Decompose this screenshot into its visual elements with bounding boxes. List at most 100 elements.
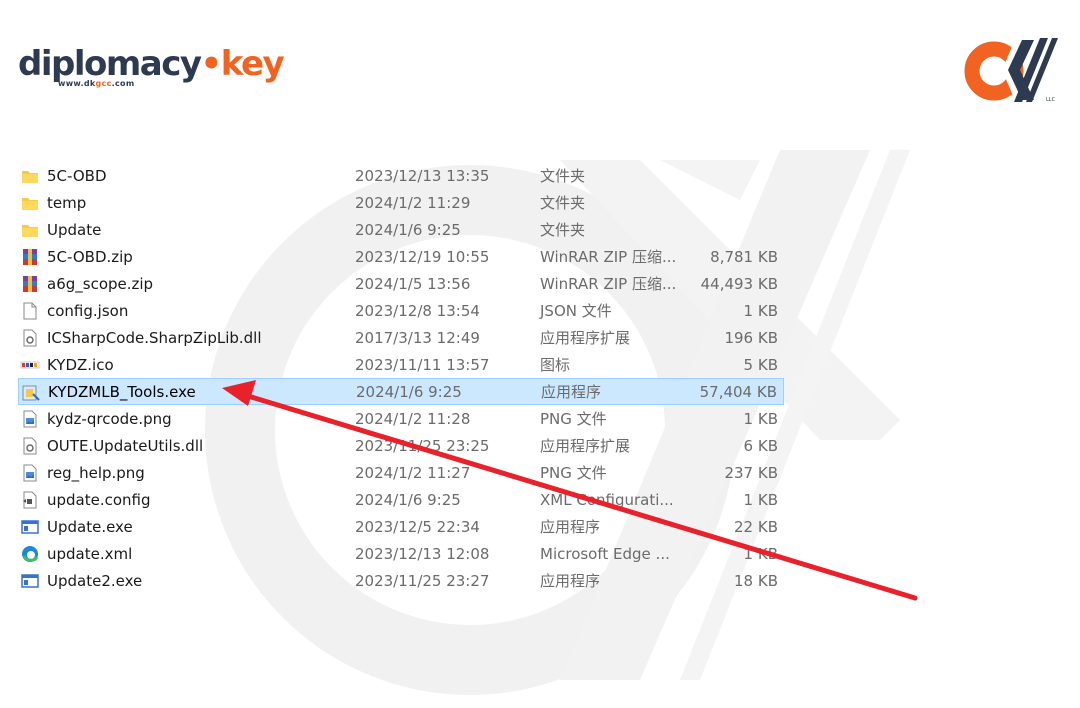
file-type: XML Configurati... — [540, 490, 674, 509]
file-row[interactable]: config.json 2023/12/8 13:54 JSON 文件 1 KB — [18, 297, 784, 324]
file-type: PNG 文件 — [540, 464, 607, 482]
brand-dot: • — [200, 44, 223, 84]
edge-icon — [20, 544, 40, 564]
file-modified-date: 2024/1/6 9:25 — [356, 382, 462, 401]
file-modified-date: 2023/11/25 23:25 — [355, 436, 490, 455]
file-type: PNG 文件 — [540, 410, 607, 428]
file-name: KYDZMLB_Tools.exe — [48, 382, 196, 401]
brand-url-suffix: .com — [111, 79, 135, 88]
file-size: 1 KB — [743, 544, 778, 563]
file-type: 应用程序扩展 — [540, 329, 631, 347]
file-row[interactable]: reg_help.png 2024/1/2 11:27 PNG 文件 237 K… — [18, 459, 784, 486]
file-list: 5C-OBD 2023/12/13 13:35 文件夹 temp 2024/1/… — [18, 162, 784, 594]
file-type: WinRAR ZIP 压缩... — [540, 248, 677, 266]
file-type: 应用程序 — [541, 383, 602, 401]
file-name: KYDZ.ico — [47, 355, 114, 374]
brand-name-part1: diplomacy — [18, 44, 202, 84]
blank-file-icon — [20, 301, 40, 321]
file-size: 1 KB — [743, 490, 778, 509]
file-size: 18 KB — [734, 571, 778, 590]
file-modified-date: 2024/1/6 9:25 — [355, 220, 461, 239]
file-row[interactable]: update.xml 2023/12/13 12:08 Microsoft Ed… — [18, 540, 784, 567]
corner-company-logo: LLC — [964, 38, 1058, 103]
file-type: 应用程序 — [540, 572, 601, 590]
dll-file-icon — [20, 436, 40, 456]
file-modified-date: 2023/12/8 13:54 — [355, 301, 480, 320]
file-size: 57,404 KB — [699, 382, 777, 401]
installer-exe-icon — [21, 383, 41, 403]
brand-url: www.dkgcc.com — [58, 79, 135, 88]
file-name: OUTE.UpdateUtils.dll — [47, 436, 204, 455]
file-size: 1 KB — [743, 301, 778, 320]
folder-icon — [20, 166, 40, 186]
file-modified-date: 2024/1/2 11:28 — [355, 409, 471, 428]
file-type: 文件夹 — [540, 194, 586, 212]
file-name: reg_help.png — [47, 463, 145, 482]
image-file-icon — [20, 463, 40, 483]
file-row[interactable]: Update2.exe 2023/11/25 23:27 应用程序 18 KB — [18, 567, 784, 594]
winrar-archive-icon — [20, 247, 40, 267]
kydz-icon — [20, 355, 40, 375]
file-row[interactable]: 5C-OBD.zip 2023/12/19 10:55 WinRAR ZIP 压… — [18, 243, 784, 270]
file-modified-date: 2023/12/13 13:35 — [355, 166, 490, 185]
file-row[interactable]: KYDZ.ico 2023/11/11 13:57 图标 5 KB — [18, 351, 784, 378]
file-row[interactable]: Update 2024/1/6 9:25 文件夹 — [18, 216, 784, 243]
file-name: kydz-qrcode.png — [47, 409, 172, 428]
file-modified-date: 2023/12/13 12:08 — [355, 544, 490, 563]
file-modified-date: 2024/1/5 13:56 — [355, 274, 471, 293]
file-name: update.config — [47, 490, 151, 509]
config-file-icon — [20, 490, 40, 510]
file-row[interactable]: a6g_scope.zip 2024/1/5 13:56 WinRAR ZIP … — [18, 270, 784, 297]
file-modified-date: 2023/12/5 22:34 — [355, 517, 480, 536]
file-size: 1 KB — [743, 409, 778, 428]
file-type: 文件夹 — [540, 221, 586, 239]
file-name: update.xml — [47, 544, 133, 563]
exe-window-icon — [20, 571, 40, 591]
file-type: JSON 文件 — [540, 302, 612, 320]
file-row[interactable]: ICSharpCode.SharpZipLib.dll 2017/3/13 12… — [18, 324, 784, 351]
file-name: Update2.exe — [47, 571, 143, 590]
brand-wordmark: diplomacy•key — [18, 44, 285, 84]
file-row[interactable]: KYDZMLB_Tools.exe 2024/1/6 9:25 应用程序 57,… — [18, 378, 784, 405]
brand-url-highlight: gcc — [95, 79, 112, 88]
dll-file-icon — [20, 328, 40, 348]
file-row[interactable]: temp 2024/1/2 11:29 文件夹 — [18, 189, 784, 216]
file-row[interactable]: OUTE.UpdateUtils.dll 2023/11/25 23:25 应用… — [18, 432, 784, 459]
file-size: 44,493 KB — [700, 274, 778, 293]
file-modified-date: 2023/12/19 10:55 — [355, 247, 490, 266]
exe-window-icon — [20, 517, 40, 537]
file-name: temp — [47, 193, 87, 212]
file-type: Microsoft Edge ... — [540, 544, 670, 563]
file-modified-date: 2017/3/13 12:49 — [355, 328, 480, 347]
file-row[interactable]: 5C-OBD 2023/12/13 13:35 文件夹 — [18, 162, 784, 189]
file-row[interactable]: update.config 2024/1/6 9:25 XML Configur… — [18, 486, 784, 513]
corner-logo-suffix: LLC — [1046, 97, 1056, 103]
file-type: 文件夹 — [540, 167, 586, 185]
file-type: WinRAR ZIP 压缩... — [540, 275, 677, 293]
brand-url-prefix: www.dk — [58, 79, 96, 88]
file-modified-date: 2023/11/25 23:27 — [355, 571, 490, 590]
file-size: 22 KB — [734, 517, 778, 536]
file-size: 8,781 KB — [710, 247, 778, 266]
folder-icon — [20, 193, 40, 213]
file-name: config.json — [47, 301, 129, 320]
file-name: ICSharpCode.SharpZipLib.dll — [47, 328, 262, 347]
file-row[interactable]: kydz-qrcode.png 2024/1/2 11:28 PNG 文件 1 … — [18, 405, 784, 432]
file-size: 196 KB — [724, 328, 778, 347]
brand-name-part2: key — [220, 44, 285, 84]
file-type: 应用程序 — [540, 518, 601, 536]
file-name: 5C-OBD.zip — [47, 247, 133, 266]
file-name: 5C-OBD — [47, 166, 107, 185]
file-modified-date: 2024/1/2 11:29 — [355, 193, 471, 212]
file-type: 应用程序扩展 — [540, 437, 631, 455]
file-name: a6g_scope.zip — [47, 274, 154, 293]
winrar-archive-icon — [20, 274, 40, 294]
file-size: 5 KB — [743, 355, 778, 374]
file-name: Update — [47, 220, 102, 239]
file-name: Update.exe — [47, 517, 133, 536]
file-size: 237 KB — [724, 463, 778, 482]
folder-icon — [20, 220, 40, 240]
file-row[interactable]: Update.exe 2023/12/5 22:34 应用程序 22 KB — [18, 513, 784, 540]
file-size: 6 KB — [743, 436, 778, 455]
image-file-icon — [20, 409, 40, 429]
